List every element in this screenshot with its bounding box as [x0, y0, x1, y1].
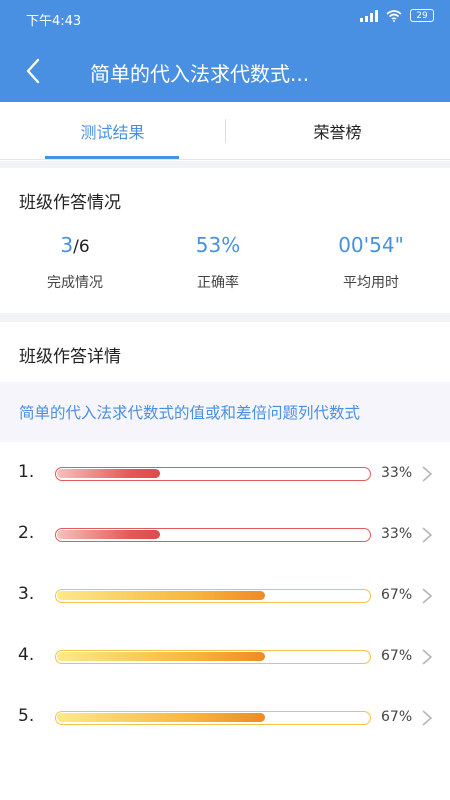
section-gap — [0, 313, 450, 322]
chevron-right-icon — [422, 466, 433, 482]
class-answer-summary: 班级作答情况 3/6 完成情况 53% 正确率 00'54" 平均用时 — [0, 168, 450, 313]
question-row-5[interactable]: 5. 67% — [0, 698, 450, 738]
class-answer-details: 班级作答详情 简单的代入法求代数式的值或和差倍问题列代数式 1. 33% 2. … — [0, 322, 450, 800]
chevron-right-icon — [422, 649, 433, 665]
question-row-3[interactable]: 3. 67% — [0, 576, 450, 616]
back-button[interactable] — [16, 54, 50, 88]
row-index: 1. — [18, 462, 35, 482]
back-arrow-icon — [26, 58, 40, 84]
summary-title: 班级作答情况 — [19, 193, 121, 213]
question-banner: 简单的代入法求代数式的值或和差倍问题列代数式 — [0, 382, 450, 442]
row-index: 4. — [18, 645, 35, 665]
avg-time-stat: 00'54" 平均用时 — [296, 232, 446, 292]
question-row-1[interactable]: 1. 33% — [0, 454, 450, 494]
accuracy-bar — [55, 711, 371, 725]
avg-time-value: 00'54" — [338, 233, 404, 257]
question-text: 简单的代入法求代数式的值或和差倍问题列代数式 — [19, 404, 361, 422]
page-title: 简单的代入法求代数式... — [90, 62, 310, 86]
status-time: 下午4:43 — [26, 14, 82, 29]
question-row-4[interactable]: 4. 67% — [0, 637, 450, 677]
completion-done: 3 — [60, 233, 74, 257]
chevron-right-icon — [422, 527, 433, 543]
accuracy-value: 53% — [195, 233, 241, 257]
tab-honor-roll[interactable]: 荣誉榜 — [225, 102, 450, 160]
row-percent: 33% — [381, 465, 413, 481]
row-percent: 67% — [381, 587, 413, 603]
chevron-right-icon — [422, 710, 433, 726]
accuracy-bar — [55, 589, 371, 603]
avg-time-label: 平均用时 — [343, 275, 399, 291]
accuracy-bar-fill — [57, 530, 160, 539]
completion-stat: 3/6 完成情况 — [0, 232, 150, 292]
row-percent: 33% — [381, 526, 413, 542]
row-index: 3. — [18, 584, 35, 604]
status-icons: 29 — [360, 9, 434, 22]
chevron-right-icon — [422, 588, 433, 604]
details-title: 班级作答详情 — [19, 347, 121, 367]
accuracy-label: 正确率 — [197, 275, 239, 291]
completion-value: 3/6 — [0, 232, 150, 258]
row-percent: 67% — [381, 648, 413, 664]
accuracy-stat: 53% 正确率 — [143, 232, 293, 292]
wifi-icon — [386, 9, 402, 22]
section-gap — [0, 161, 450, 168]
accuracy-bar-fill — [57, 713, 265, 722]
completion-total: /6 — [73, 237, 90, 257]
active-tab-indicator — [45, 156, 179, 159]
signal-icon — [360, 9, 378, 22]
row-index: 2. — [18, 523, 35, 543]
accuracy-bar — [55, 528, 371, 542]
accuracy-bar-fill — [57, 591, 265, 600]
accuracy-bar-fill — [57, 652, 265, 661]
row-percent: 67% — [381, 709, 413, 725]
accuracy-bar-fill — [57, 469, 160, 478]
question-row-2[interactable]: 2. 33% — [0, 515, 450, 555]
status-bar: 下午4:43 29 — [0, 0, 450, 36]
tab-bar: 测试结果 荣誉榜 — [0, 102, 450, 160]
header: 下午4:43 29 简单的代入法求代数式... — [0, 0, 450, 102]
row-index: 5. — [18, 706, 35, 726]
tab-test-results[interactable]: 测试结果 — [0, 102, 225, 160]
accuracy-bar — [55, 650, 371, 664]
completion-label: 完成情况 — [47, 275, 103, 291]
battery-icon: 29 — [410, 9, 434, 22]
app-root: 下午4:43 29 简单的代入法求代数式... 测试结果 荣誉榜 班级作答情况 … — [0, 0, 450, 800]
accuracy-bar — [55, 467, 371, 481]
